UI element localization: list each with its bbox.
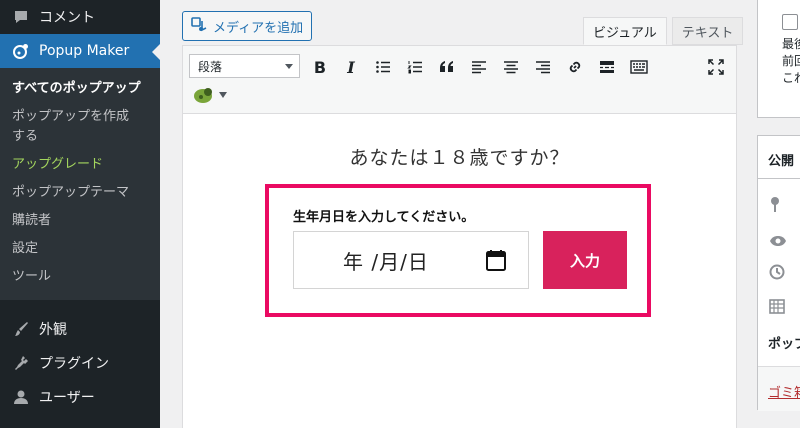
comment-icon bbox=[11, 7, 31, 27]
submenu-all-popups[interactable]: すべてのポップアップ bbox=[0, 75, 160, 103]
popup-trigger-dropdown[interactable] bbox=[193, 86, 227, 104]
numbered-list-button[interactable] bbox=[404, 56, 426, 78]
editor-tabs: ビジュアル テキスト bbox=[578, 17, 744, 45]
menu-users[interactable]: ユーザー bbox=[0, 380, 160, 414]
insert-link-button[interactable] bbox=[564, 56, 586, 78]
pin-icon bbox=[769, 196, 781, 216]
screen-options-box: 最後 前回 これ bbox=[757, 0, 800, 118]
bullet-list-icon bbox=[376, 61, 390, 73]
add-media-button[interactable]: メディアを追加 bbox=[182, 11, 313, 41]
menu-appearance-label: 外観 bbox=[39, 322, 67, 338]
bullet-list-button[interactable] bbox=[372, 56, 394, 78]
publish-box: 公開 ポップ ゴミ箱 bbox=[757, 135, 800, 411]
calendar-icon bbox=[769, 298, 785, 318]
align-right-button[interactable] bbox=[532, 56, 554, 78]
popup-settings-label: ポップ bbox=[768, 337, 800, 352]
menu-appearance[interactable]: 外観 bbox=[0, 312, 160, 346]
bold-button[interactable]: B bbox=[309, 56, 331, 78]
menu-popup-maker-label: Popup Maker bbox=[39, 43, 130, 59]
chevron-down-icon bbox=[285, 64, 293, 69]
format-select-value: 段落 bbox=[198, 59, 223, 74]
history-icon bbox=[769, 264, 785, 284]
menu-comments[interactable]: コメント bbox=[0, 0, 160, 34]
publish-footer: ゴミ箱 bbox=[758, 366, 800, 411]
editor-frame: 段落 B I あなたは１８歳ですか？ 生年月日を入力してください。 年 /月/日… bbox=[182, 45, 737, 428]
italic-icon: I bbox=[347, 57, 355, 77]
submenu-settings[interactable]: 設定 bbox=[0, 235, 160, 263]
menu-popup-maker[interactable]: Popup Maker bbox=[0, 34, 160, 68]
submenu-popup-themes[interactable]: ポップアップテーマ bbox=[0, 179, 160, 207]
submit-button[interactable]: 入力 bbox=[543, 231, 627, 289]
eye-icon bbox=[769, 232, 787, 251]
popup-maker-icon bbox=[11, 41, 31, 61]
publish-title: 公開 bbox=[768, 154, 795, 169]
submenu-subscribers[interactable]: 購読者 bbox=[0, 207, 160, 235]
admin-sidebar: コメント Popup Maker すべてのポップアップ ポップアップを作成する … bbox=[0, 0, 160, 428]
plugin-icon bbox=[11, 353, 31, 373]
tab-visual[interactable]: ビジュアル bbox=[583, 17, 667, 45]
editor-toolbar: 段落 B I bbox=[183, 46, 736, 114]
menu-plugins-label: プラグイン bbox=[39, 356, 109, 372]
media-icon bbox=[191, 16, 207, 36]
keyboard-icon bbox=[630, 60, 648, 74]
paintbrush-icon bbox=[11, 319, 31, 339]
calendar-icon[interactable] bbox=[486, 249, 506, 275]
menu-users-label: ユーザー bbox=[39, 390, 95, 406]
italic-button[interactable]: I bbox=[340, 56, 362, 78]
box1-line-1: 最後 bbox=[782, 37, 800, 51]
toolbar-toggle-button[interactable] bbox=[628, 56, 650, 78]
quote-icon bbox=[440, 61, 453, 72]
align-left-icon bbox=[472, 61, 486, 74]
align-right-icon bbox=[536, 61, 550, 74]
submenu-tools[interactable]: ツール bbox=[0, 263, 160, 291]
box1-line-2: 前回 bbox=[782, 54, 800, 68]
menu-plugins[interactable]: プラグイン bbox=[0, 346, 160, 380]
numbered-list-icon bbox=[407, 61, 422, 74]
fullscreen-icon bbox=[708, 59, 724, 75]
menu-spacer bbox=[0, 300, 160, 312]
submenu-create-popup[interactable]: ポップアップを作成する bbox=[0, 103, 150, 151]
submenu-upgrade[interactable]: アップグレード bbox=[0, 151, 160, 179]
bold-icon: B bbox=[313, 57, 327, 77]
align-center-icon bbox=[504, 61, 518, 74]
fullscreen-button[interactable] bbox=[705, 56, 727, 78]
blockquote-button[interactable] bbox=[436, 56, 458, 78]
menu-comments-label: コメント bbox=[39, 10, 95, 26]
format-select[interactable]: 段落 bbox=[189, 54, 300, 78]
tab-text[interactable]: テキスト bbox=[671, 17, 744, 45]
option-checkbox[interactable] bbox=[782, 14, 798, 30]
popup-maker-submenu: すべてのポップアップ ポップアップを作成する アップグレード ポップアップテーマ… bbox=[0, 68, 160, 300]
link-icon bbox=[569, 61, 581, 73]
birthdate-form-box: 生年月日を入力してください。 年 /月/日 入力 bbox=[265, 184, 651, 317]
read-more-icon bbox=[600, 61, 614, 73]
content-heading: あなたは１８歳ですか？ bbox=[349, 147, 570, 169]
date-placeholder: 年 /月/日 bbox=[343, 249, 429, 274]
user-icon bbox=[11, 387, 31, 407]
move-to-trash-link[interactable]: ゴミ箱 bbox=[768, 382, 800, 401]
birthdate-label: 生年月日を入力してください。 bbox=[293, 210, 475, 225]
publish-divider bbox=[758, 178, 800, 179]
align-center-button[interactable] bbox=[500, 56, 522, 78]
chevron-down-icon bbox=[219, 92, 227, 98]
read-more-button[interactable] bbox=[596, 56, 618, 78]
box1-line-3: これ bbox=[782, 71, 800, 85]
popup-maker-icon bbox=[194, 88, 212, 103]
align-left-button[interactable] bbox=[468, 56, 490, 78]
add-media-label: メディアを追加 bbox=[213, 20, 304, 36]
birthdate-input[interactable]: 年 /月/日 bbox=[293, 231, 529, 289]
